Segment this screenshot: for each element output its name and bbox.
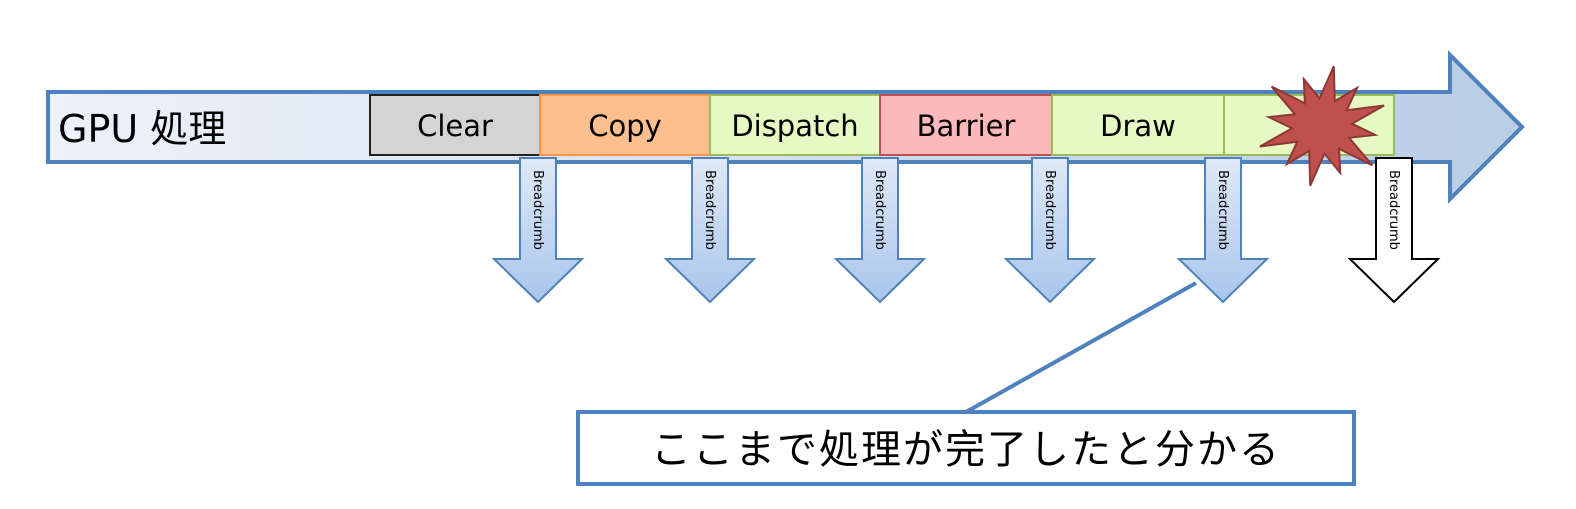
timeline-step-label: Copy (588, 109, 662, 143)
timeline-step-label: Draw (1100, 109, 1176, 143)
breadcrumb-label: Breadcrumb (530, 170, 545, 250)
breadcrumb-label: Breadcrumb (1386, 170, 1401, 250)
callout-text: ここまで処理が完了したと分かる (651, 427, 1281, 473)
breadcrumb-arrows: Breadcrumb Breadcrumb Breadcrumb Breadcrumb… (491, 157, 1441, 304)
timeline-step-label: Clear (417, 109, 493, 143)
callout: ここまで処理が完了したと分かる (576, 410, 1356, 486)
breadcrumb-arrow: Breadcrumb (1176, 157, 1270, 304)
breadcrumb-label: Breadcrumb (1042, 170, 1057, 250)
timeline-step: Dispatch (709, 94, 881, 156)
timeline-step-label: Dispatch (731, 109, 858, 143)
breadcrumb-arrow: Breadcrumb (663, 157, 757, 304)
breadcrumb-arrow: Breadcrumb (491, 157, 585, 304)
timeline-steps: Clear Copy Dispatch Barrier Draw (369, 94, 1395, 156)
timeline-step-label: Barrier (917, 109, 1016, 143)
timeline-step: Clear (369, 94, 541, 156)
breadcrumb-label: Breadcrumb (702, 170, 717, 250)
breadcrumb-label: Breadcrumb (872, 170, 887, 250)
gpu-breadcrumb-diagram: GPU 処理 Breadcrumb Breadcrumb Breadcrumb Bre… (46, 50, 1525, 486)
breadcrumb-arrow: Breadcrumb (833, 157, 927, 304)
timeline-step: Draw (1051, 94, 1225, 156)
timeline-step: Copy (539, 94, 711, 156)
breadcrumb-arrow: Breadcrumb (1347, 157, 1441, 304)
callout-pointer-line (965, 281, 1197, 414)
timeline-title: GPU 処理 (58, 107, 226, 151)
timeline-step: Barrier (879, 94, 1053, 156)
breadcrumb-arrow: Breadcrumb (1003, 157, 1097, 304)
breadcrumb-label: Breadcrumb (1215, 170, 1230, 250)
